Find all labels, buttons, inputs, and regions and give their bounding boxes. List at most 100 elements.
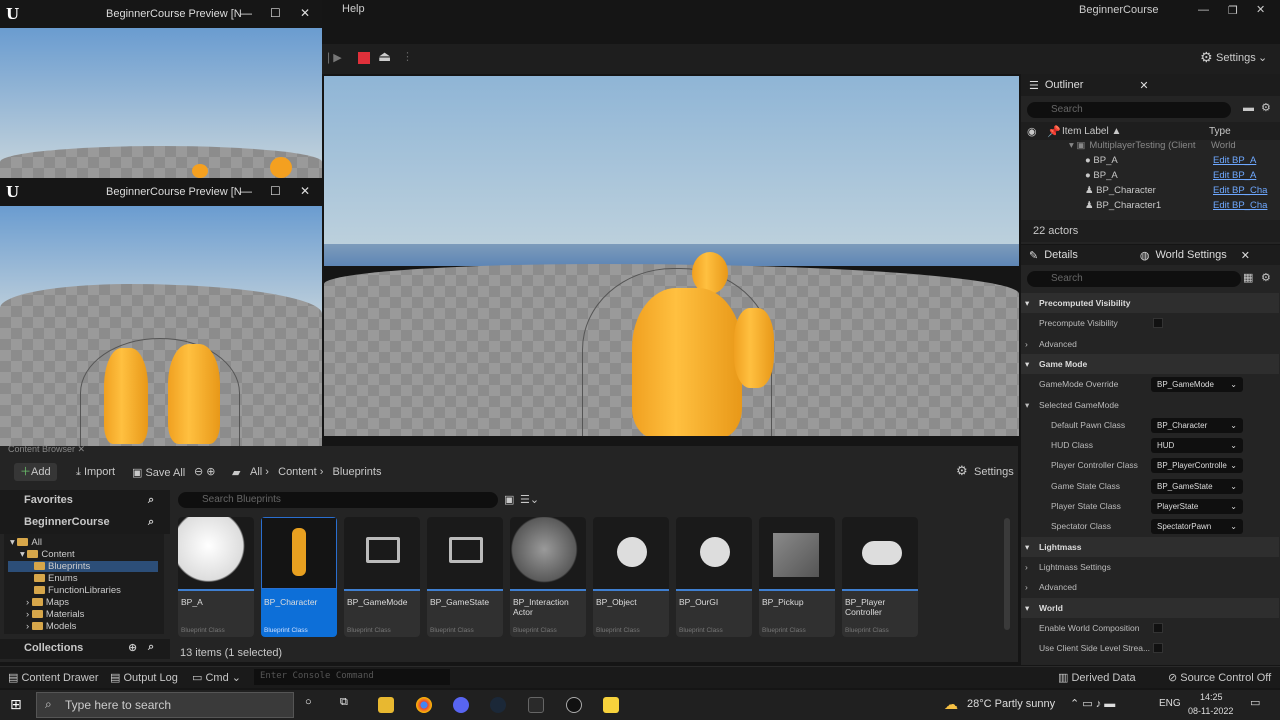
class-dropdown[interactable]: BP_Character ⌄ (1151, 417, 1243, 433)
tree-function-libraries[interactable]: FunctionLibraries (34, 585, 121, 596)
asset-tile-selected[interactable]: BP_Character Blueprint Class (261, 517, 337, 637)
history-icon[interactable]: ⊖ ⊕ (194, 465, 216, 478)
derived-data-button[interactable]: ▥ Derived Data (1058, 671, 1136, 684)
favorites-header[interactable]: Favorites ⌕ (0, 490, 170, 512)
unreal-engine-icon[interactable] (566, 697, 582, 713)
class-dropdown[interactable]: BP_GameState ⌄ (1151, 478, 1243, 494)
console-input[interactable]: Enter Console Command (254, 669, 450, 685)
close-icon[interactable]: ✕ (300, 6, 310, 20)
tree-models[interactable]: › Models (26, 621, 76, 632)
filter-icon[interactable]: ☰⌄ (520, 493, 539, 506)
eject-icon[interactable]: ⏏ (378, 48, 391, 65)
cortana-icon[interactable]: ○ (305, 696, 312, 708)
gear-icon[interactable]: ⚙ (1261, 271, 1271, 284)
class-dropdown[interactable]: HUD ⌄ (1151, 438, 1243, 454)
tree-all[interactable]: ▾ All (10, 537, 42, 548)
clock-date[interactable]: 08-11-2022 (1188, 706, 1233, 716)
windows-start-icon[interactable]: ⊞ (10, 696, 22, 713)
steam-icon[interactable] (490, 697, 506, 713)
asset-tile[interactable]: BP_Object Blueprint Class (593, 517, 669, 637)
level-viewport[interactable] (324, 76, 1019, 436)
col-item-label[interactable]: Item Label ▲ (1062, 126, 1121, 137)
tab-details[interactable]: Details (1044, 249, 1078, 261)
checkbox[interactable] (1153, 318, 1163, 329)
crumb-content[interactable]: Content (278, 466, 317, 478)
details-row[interactable]: › Lightmass Settings (1021, 557, 1279, 577)
save-search-icon[interactable]: ▣ (504, 493, 514, 506)
checkbox[interactable] (1153, 622, 1163, 633)
details-row[interactable]: ▾ Lightmass (1021, 536, 1279, 557)
restore-icon[interactable]: ☐ (270, 184, 281, 198)
asset-tile[interactable]: BP_Player Controller Blueprint Class (842, 517, 918, 637)
cmd-dropdown[interactable]: ▭ Cmd ⌄ (192, 671, 241, 684)
restore-icon[interactable]: ☐ (270, 6, 281, 20)
collections-header[interactable]: Collections ⊕ ⌕ (0, 639, 170, 659)
preview-window-2[interactable]: U BeginnerCourse Preview [N — ☐ ✕ (0, 178, 322, 446)
outliner-tab[interactable]: ☰ Outliner ✕ (1021, 74, 1280, 96)
grid-icon[interactable]: ▦ (1243, 271, 1253, 284)
tree-maps[interactable]: › Maps (26, 597, 69, 608)
chevron-icon[interactable]: ▾ (1025, 293, 1029, 313)
gear-icon[interactable]: ⚙ (1261, 101, 1271, 114)
close-icon[interactable]: ✕ (78, 444, 86, 454)
chevron-down-icon[interactable]: ⌄ (1258, 51, 1267, 64)
settings-button[interactable]: Settings (1216, 52, 1256, 64)
tray-icons[interactable]: ⌃ ▭ ♪ ▬ (1070, 697, 1115, 710)
chevron-icon[interactable]: › (1025, 577, 1028, 597)
app-icon[interactable] (528, 697, 544, 713)
tree-content[interactable]: ▾ Content (20, 549, 75, 560)
asset-tile[interactable]: BP_GameState Blueprint Class (427, 517, 503, 637)
list-item[interactable]: ♟ BP_Character1 Edit BP_Cha (1085, 200, 1280, 214)
tree-enums[interactable]: Enums (34, 573, 78, 584)
details-search[interactable]: Search (1027, 271, 1241, 287)
weather-text[interactable]: 28°C Partly sunny (967, 698, 1055, 710)
minimize-icon[interactable]: — (1198, 4, 1209, 16)
close-icon[interactable]: ✕ (1139, 79, 1148, 92)
minimize-icon[interactable]: — (240, 6, 252, 20)
asset-tile[interactable]: BP_OurGI Blueprint Class (676, 517, 752, 637)
menu-help[interactable]: Help (342, 3, 365, 15)
content-settings-button[interactable]: Settings (974, 466, 1014, 478)
chevron-icon[interactable]: › (1025, 334, 1028, 354)
chevron-icon[interactable]: › (1025, 557, 1028, 577)
details-row[interactable]: ▾ Precomputed Visibility (1021, 293, 1279, 313)
settings-gear-icon[interactable]: ⚙ (1200, 49, 1213, 66)
task-view-icon[interactable]: ⧉ (340, 696, 348, 709)
notifications-icon[interactable]: ▭ (1250, 696, 1260, 709)
more-icon[interactable]: ⋮ (402, 50, 413, 63)
discord-icon[interactable] (453, 697, 469, 713)
source-control-button[interactable]: ⊘ Source Control Off (1168, 671, 1271, 684)
preview-window-1[interactable]: U BeginnerCourse Preview [N — ☐ ✕ (0, 0, 322, 178)
chevron-icon[interactable]: ▾ (1025, 395, 1029, 415)
list-item[interactable]: ● BP_A Edit BP_A (1085, 155, 1280, 169)
close-icon[interactable]: ✕ (300, 184, 310, 198)
pin-icon[interactable]: 📌 (1047, 125, 1061, 138)
class-dropdown[interactable]: BP_GameMode ⌄ (1151, 377, 1243, 393)
project-header[interactable]: BeginnerCourse ⌕ (0, 512, 170, 534)
window-titlebar[interactable]: U BeginnerCourse Preview [N — ☐ ✕ (0, 0, 322, 28)
checkbox[interactable] (1153, 643, 1163, 654)
minimize-icon[interactable]: — (240, 184, 252, 198)
list-item[interactable]: ▾ ▣ MultiplayerTesting (Client World (1069, 140, 1279, 154)
asset-tile[interactable]: BP_GameMode Blueprint Class (344, 517, 420, 637)
tree-materials[interactable]: › Materials (26, 609, 84, 620)
taskbar-search[interactable]: ⌕ Type here to search (36, 692, 294, 718)
import-button[interactable]: ⤓ Import (76, 466, 115, 479)
class-dropdown[interactable]: PlayerState ⌄ (1151, 499, 1243, 514)
tab-world-settings[interactable]: World Settings (1155, 249, 1226, 261)
close-icon[interactable]: ✕ (1256, 3, 1265, 16)
chevron-icon[interactable]: ▾ (1025, 598, 1029, 618)
sticky-notes-icon[interactable] (603, 697, 619, 713)
gear-icon[interactable]: ⚙ (956, 463, 968, 479)
list-item[interactable]: ♟ BP_Character Edit BP_Cha (1085, 185, 1280, 199)
folder-add-icon[interactable]: ▬ (1243, 102, 1254, 114)
language[interactable]: ENG (1159, 698, 1181, 709)
skip-icon[interactable]: ❘▶ (324, 51, 342, 64)
tree-blueprints[interactable]: Blueprints (8, 561, 158, 572)
crumb-blueprints[interactable]: Blueprints (333, 466, 382, 478)
scrollbar[interactable] (1004, 518, 1010, 630)
details-row[interactable]: › Advanced (1021, 577, 1279, 597)
stop-icon[interactable] (358, 52, 370, 64)
class-dropdown[interactable]: BP_PlayerControlle ⌄ (1151, 458, 1243, 474)
details-row[interactable]: › Advanced (1021, 334, 1279, 354)
